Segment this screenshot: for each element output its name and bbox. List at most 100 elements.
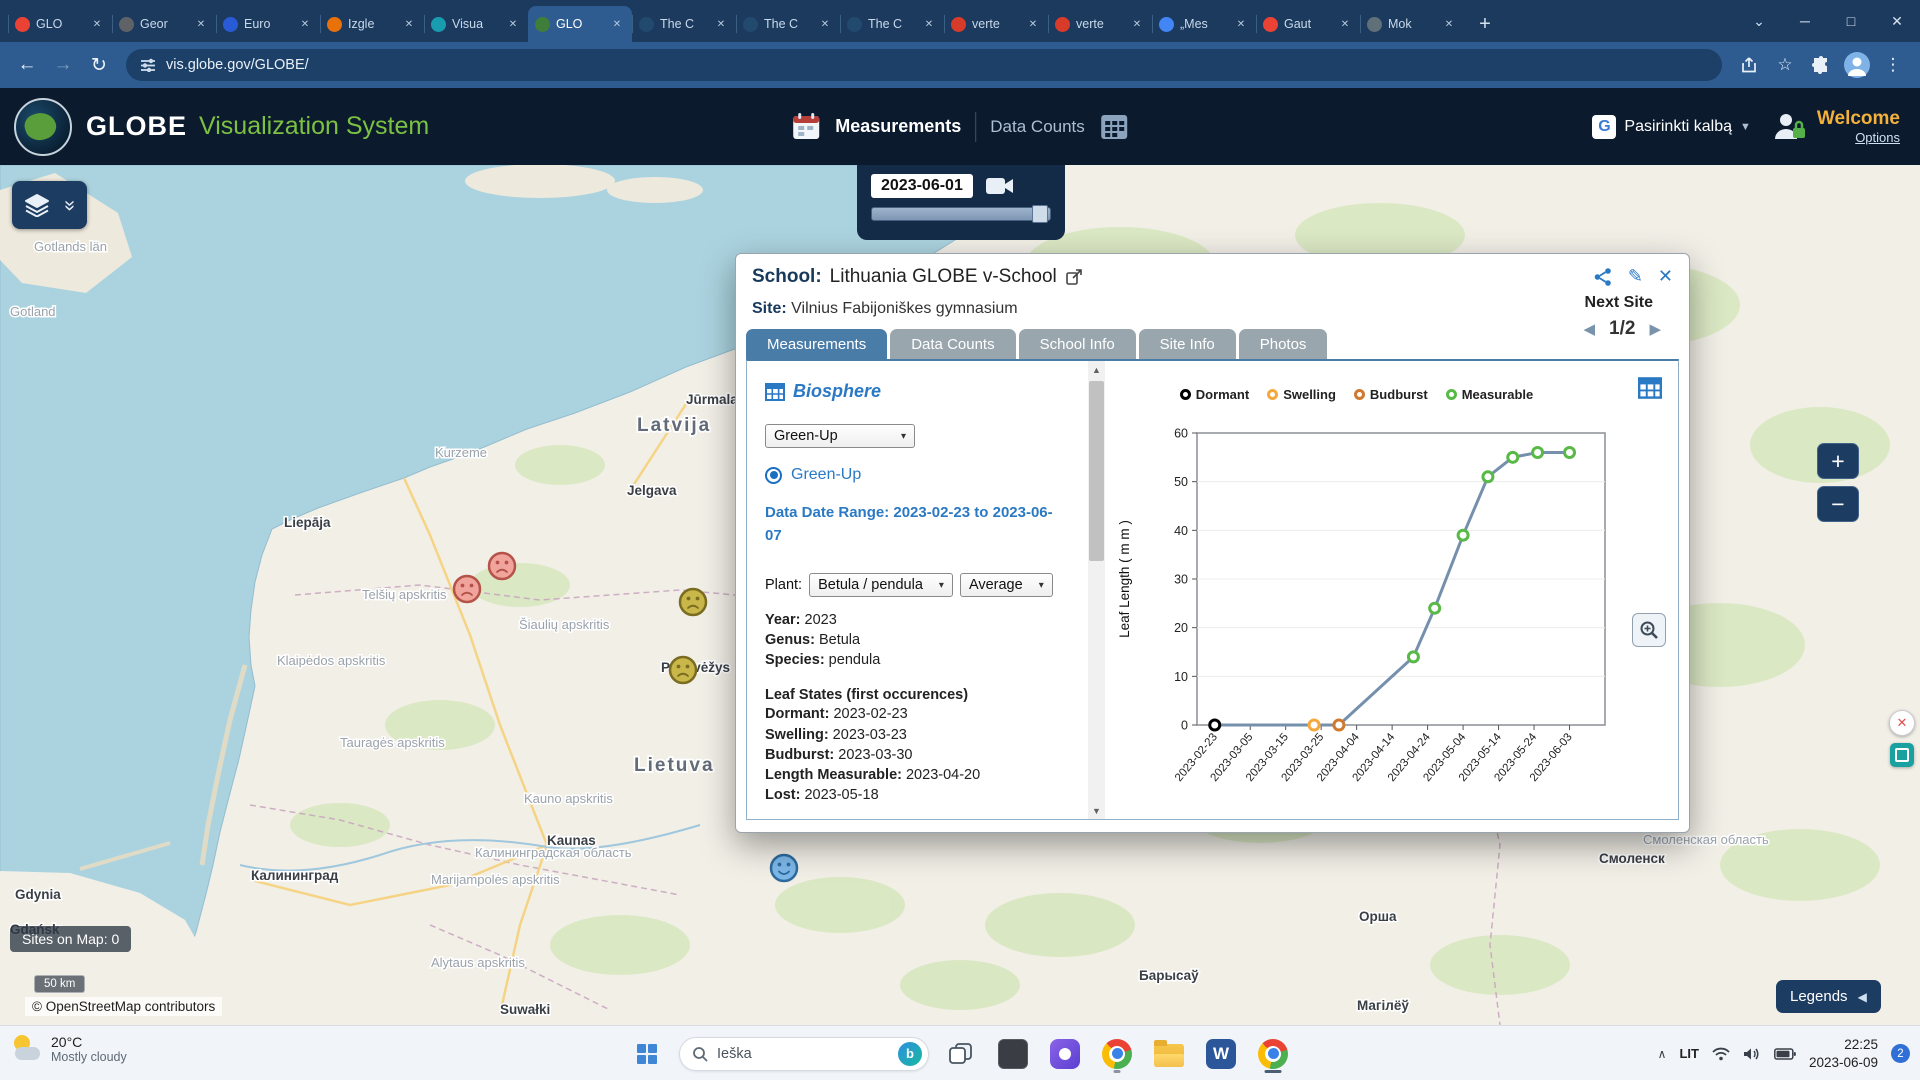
zoom-in-button[interactable]: +	[1817, 443, 1859, 479]
site-settings-icon[interactable]	[140, 58, 156, 72]
prev-site-arrow-icon[interactable]: ◀	[1583, 320, 1595, 338]
external-link-icon[interactable]	[1065, 268, 1083, 286]
browser-tab[interactable]: Visua✕	[424, 6, 528, 42]
panel-scrollbar[interactable]: ▲ ▼	[1088, 361, 1105, 819]
plant-select[interactable]: Betula / pendula▾	[809, 573, 953, 597]
panel-tab-photos[interactable]: Photos	[1239, 329, 1328, 359]
site-marker[interactable]	[489, 553, 515, 579]
browser-tab[interactable]: verte✕	[1048, 6, 1152, 42]
data-counts-calendar-icon[interactable]	[1099, 112, 1129, 142]
browser-tab[interactable]: The C✕	[632, 6, 736, 42]
extension-close-button[interactable]: ✕	[1889, 710, 1915, 736]
browser-tab[interactable]: The C✕	[736, 6, 840, 42]
greenup-radio[interactable]	[765, 467, 782, 484]
scrollbar-thumb[interactable]	[1089, 381, 1104, 561]
browser-menu-kebab-icon[interactable]: ⋮	[1876, 48, 1910, 82]
start-button[interactable]	[627, 1034, 667, 1074]
panel-close-icon[interactable]: ✕	[1658, 266, 1673, 287]
battery-icon[interactable]	[1774, 1048, 1796, 1060]
next-site-arrow-icon[interactable]: ▶	[1649, 320, 1661, 338]
input-language[interactable]: LIT	[1679, 1046, 1699, 1061]
tab-search-chevron-icon[interactable]: ⌄	[1736, 0, 1782, 42]
legend-item[interactable]: Budburst	[1354, 387, 1428, 402]
scroll-up-icon[interactable]: ▲	[1088, 361, 1105, 378]
video-camera-icon[interactable]	[985, 175, 1015, 197]
browser-tab[interactable]: Izgle✕	[320, 6, 424, 42]
word-taskbar-icon[interactable]: W	[1201, 1034, 1241, 1074]
tab-close-icon[interactable]: ✕	[297, 16, 313, 32]
tab-close-icon[interactable]: ✕	[1233, 16, 1249, 32]
share-icon[interactable]	[1593, 267, 1613, 287]
new-tab-button[interactable]: +	[1470, 9, 1500, 39]
nav-measurements[interactable]: Measurements	[835, 116, 961, 137]
map-layers-control[interactable]: »	[12, 181, 87, 229]
tab-close-icon[interactable]: ✕	[89, 16, 105, 32]
tab-close-icon[interactable]: ✕	[1337, 16, 1353, 32]
browser-tab[interactable]: Euro✕	[216, 6, 320, 42]
collapse-chevron-icon[interactable]: »	[58, 199, 81, 210]
layers-icon[interactable]	[24, 193, 50, 217]
chart-table-toggle[interactable]	[1638, 377, 1662, 402]
edit-pencil-icon[interactable]: ✎	[1628, 266, 1643, 287]
clipchamp-icon[interactable]	[1045, 1034, 1085, 1074]
tab-close-icon[interactable]: ✕	[193, 16, 209, 32]
user-welcome[interactable]: Welcome Options	[1771, 108, 1900, 145]
taskbar-search[interactable]: Ieška b	[679, 1037, 929, 1071]
browser-tab[interactable]: GLO✕	[8, 6, 112, 42]
tab-close-icon[interactable]: ✕	[609, 16, 625, 32]
close-button[interactable]: ✕	[1874, 0, 1920, 42]
calendar-icon[interactable]	[791, 112, 821, 142]
protocol-select[interactable]: Green-Up ▾	[765, 424, 915, 448]
extensions-puzzle-icon[interactable]	[1804, 48, 1838, 82]
minimize-button[interactable]: ─	[1782, 0, 1828, 42]
tab-close-icon[interactable]: ✕	[921, 16, 937, 32]
task-view-button[interactable]	[941, 1034, 981, 1074]
extension-button[interactable]	[1890, 743, 1914, 767]
legend-item[interactable]: Swelling	[1267, 387, 1336, 402]
tab-close-icon[interactable]: ✕	[1025, 16, 1041, 32]
chrome-active-taskbar-icon[interactable]	[1253, 1034, 1293, 1074]
panel-tab-site-info[interactable]: Site Info	[1139, 329, 1236, 359]
panel-tab-school-info[interactable]: School Info	[1019, 329, 1136, 359]
taskbar-clock[interactable]: 22:25 2023-06-09	[1809, 1036, 1878, 1071]
site-marker[interactable]	[670, 657, 696, 683]
reload-button[interactable]: ↻	[82, 48, 116, 82]
app-dark-icon[interactable]	[993, 1034, 1033, 1074]
legend-item[interactable]: Measurable	[1446, 387, 1534, 402]
tab-close-icon[interactable]: ✕	[1441, 16, 1457, 32]
tab-close-icon[interactable]: ✕	[713, 16, 729, 32]
date-display[interactable]: 2023-06-01	[871, 174, 973, 198]
browser-tab[interactable]: GLO✕	[528, 6, 632, 42]
panel-tab-measurements[interactable]: Measurements	[746, 329, 887, 359]
time-slider-handle[interactable]	[1032, 205, 1048, 223]
file-explorer-icon[interactable]	[1149, 1034, 1189, 1074]
browser-tab[interactable]: verte✕	[944, 6, 1048, 42]
back-button[interactable]: ←	[10, 48, 44, 82]
browser-tab[interactable]: „Mes✕	[1152, 6, 1256, 42]
taskbar-weather[interactable]: 20°C Mostly cloudy	[12, 1034, 127, 1064]
nav-data-counts[interactable]: Data Counts	[990, 117, 1085, 137]
language-selector[interactable]: G Pasirinkti kalbą ▼	[1592, 115, 1751, 139]
hidden-icons-chevron[interactable]: ∧	[1658, 1047, 1667, 1061]
forward-button[interactable]: →	[46, 48, 80, 82]
chrome-taskbar-icon[interactable]	[1097, 1034, 1137, 1074]
browser-tab[interactable]: The C✕	[840, 6, 944, 42]
globe-logo[interactable]	[14, 98, 72, 156]
profile-avatar[interactable]	[1840, 48, 1874, 82]
browser-tab[interactable]: Gaut✕	[1256, 6, 1360, 42]
address-bar[interactable]: vis.globe.gov/GLOBE/	[126, 49, 1722, 81]
site-marker[interactable]	[680, 589, 706, 615]
zoom-out-button[interactable]: −	[1817, 486, 1859, 522]
notification-badge[interactable]: 2	[1891, 1044, 1910, 1063]
tab-close-icon[interactable]: ✕	[401, 16, 417, 32]
options-link[interactable]: Options	[1817, 130, 1900, 145]
tab-close-icon[interactable]: ✕	[505, 16, 521, 32]
share-icon[interactable]	[1732, 48, 1766, 82]
time-slider[interactable]	[871, 207, 1051, 221]
site-marker[interactable]	[771, 855, 797, 881]
volume-icon[interactable]	[1743, 1047, 1761, 1061]
browser-tab[interactable]: Geor✕	[112, 6, 216, 42]
legends-button[interactable]: Legends ◀	[1776, 980, 1881, 1013]
tab-close-icon[interactable]: ✕	[817, 16, 833, 32]
scroll-down-icon[interactable]: ▼	[1088, 802, 1105, 819]
